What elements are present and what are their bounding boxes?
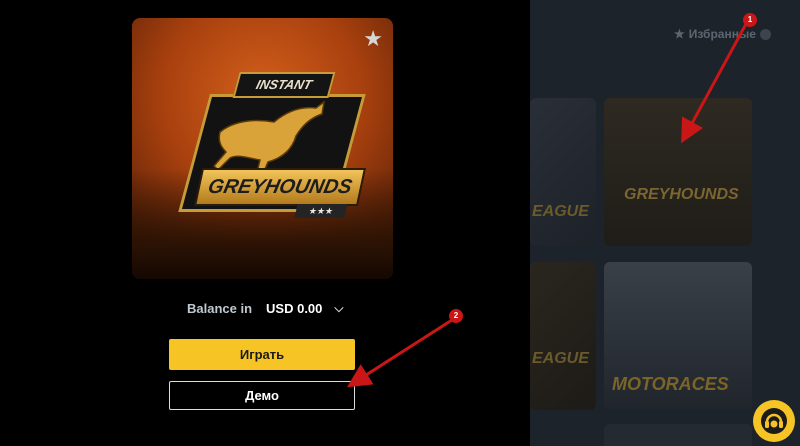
game-thumbnail: INSTANT GREYHOUNDS ★★★ ★ (132, 18, 393, 279)
favorites-count-badge (759, 28, 771, 40)
favorites-link[interactable]: ★ Избранные (674, 27, 771, 41)
background-site: ★ Избранные EAGUE GREYHOUNDS EAGUE MOTOR… (530, 0, 800, 446)
greyhound-icon (212, 100, 326, 177)
game-tile[interactable]: EAGUE (530, 262, 596, 410)
logo-stars: ★★★ (294, 204, 348, 218)
balance-amount: USD 0.00 (266, 301, 323, 316)
star-icon: ★ (674, 27, 685, 41)
chevron-down-icon: ⌵ (334, 301, 344, 315)
support-button[interactable] (753, 400, 795, 442)
balance-selector[interactable]: Balance in USD 0.00 ⌵ (187, 301, 344, 316)
game-tile[interactable] (604, 424, 752, 446)
play-button[interactable]: Играть (169, 339, 355, 370)
balance-label: Balance in (187, 301, 253, 316)
annotation-marker-1: 1 (743, 13, 757, 27)
demo-button[interactable]: Демо (169, 381, 355, 410)
annotation-marker-2: 2 (449, 309, 463, 323)
game-tile-motoraces[interactable]: MOTORACES (604, 262, 752, 410)
game-tile[interactable]: EAGUE (530, 98, 596, 246)
game-tile-greyhounds[interactable]: GREYHOUNDS (604, 98, 752, 246)
favorite-star-icon[interactable]: ★ (363, 26, 383, 52)
logo-title: GREYHOUNDS (193, 168, 367, 206)
headset-icon (761, 408, 787, 434)
